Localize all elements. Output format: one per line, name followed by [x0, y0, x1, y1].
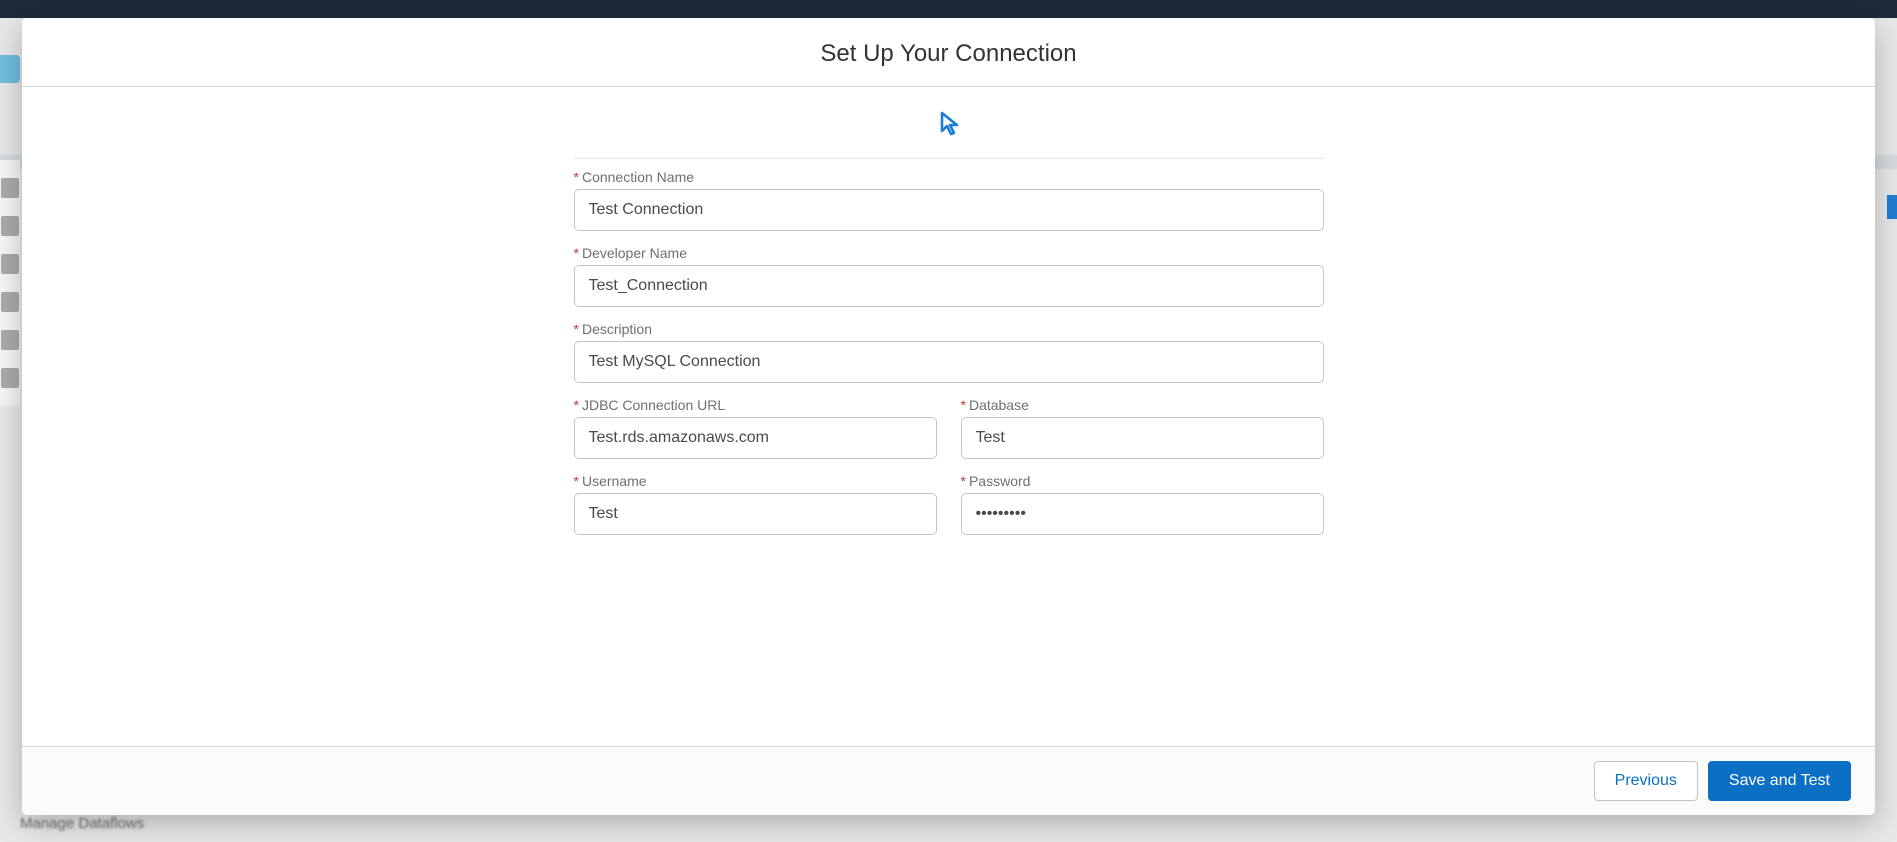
- password-input[interactable]: [961, 493, 1324, 535]
- rail-icon: [1, 292, 19, 312]
- developer-name-label: *Developer Name: [574, 245, 1324, 261]
- label-text: Developer Name: [582, 245, 687, 261]
- database-input[interactable]: [961, 417, 1324, 459]
- form-container: *Connection Name *Developer Name *Descri…: [574, 158, 1324, 549]
- connection-name-input[interactable]: [574, 189, 1324, 231]
- modal-header: Set Up Your Connection: [22, 18, 1875, 87]
- connection-modal: Set Up Your Connection *Connection Name …: [22, 18, 1875, 815]
- rail-icon: [1, 254, 19, 274]
- left-nav-rail: [0, 160, 20, 406]
- developer-name-input[interactable]: [574, 265, 1324, 307]
- save-and-test-button[interactable]: Save and Test: [1708, 761, 1851, 801]
- modal-title: Set Up Your Connection: [42, 40, 1855, 68]
- label-text: Database: [969, 397, 1029, 413]
- label-text: Username: [582, 473, 647, 489]
- label-text: Description: [582, 321, 652, 337]
- jdbc-url-input[interactable]: [574, 417, 937, 459]
- connection-name-label: *Connection Name: [574, 169, 1324, 185]
- label-text: Password: [969, 473, 1030, 489]
- username-label: *Username: [574, 473, 937, 489]
- rail-icon: [1, 178, 19, 198]
- username-input[interactable]: [574, 493, 937, 535]
- database-label: *Database: [961, 397, 1324, 413]
- label-text: JDBC Connection URL: [582, 397, 725, 413]
- rail-icon: [1, 368, 19, 388]
- cursor-pointer-icon: [934, 109, 964, 144]
- description-input[interactable]: [574, 341, 1324, 383]
- modal-body: *Connection Name *Developer Name *Descri…: [22, 87, 1875, 746]
- previous-button[interactable]: Previous: [1594, 761, 1698, 801]
- app-topbar: [0, 0, 1897, 18]
- password-label: *Password: [961, 473, 1324, 489]
- rail-icon: [1, 330, 19, 350]
- description-label: *Description: [574, 321, 1324, 337]
- background-bottom-text: Manage Dataflows: [20, 815, 144, 832]
- modal-footer: Previous Save and Test: [22, 746, 1875, 815]
- background-right-badge: [1887, 195, 1897, 219]
- jdbc-url-label: *JDBC Connection URL: [574, 397, 937, 413]
- label-text: Connection Name: [582, 169, 694, 185]
- rail-icon: [1, 216, 19, 236]
- app-logo-partial: [0, 55, 20, 83]
